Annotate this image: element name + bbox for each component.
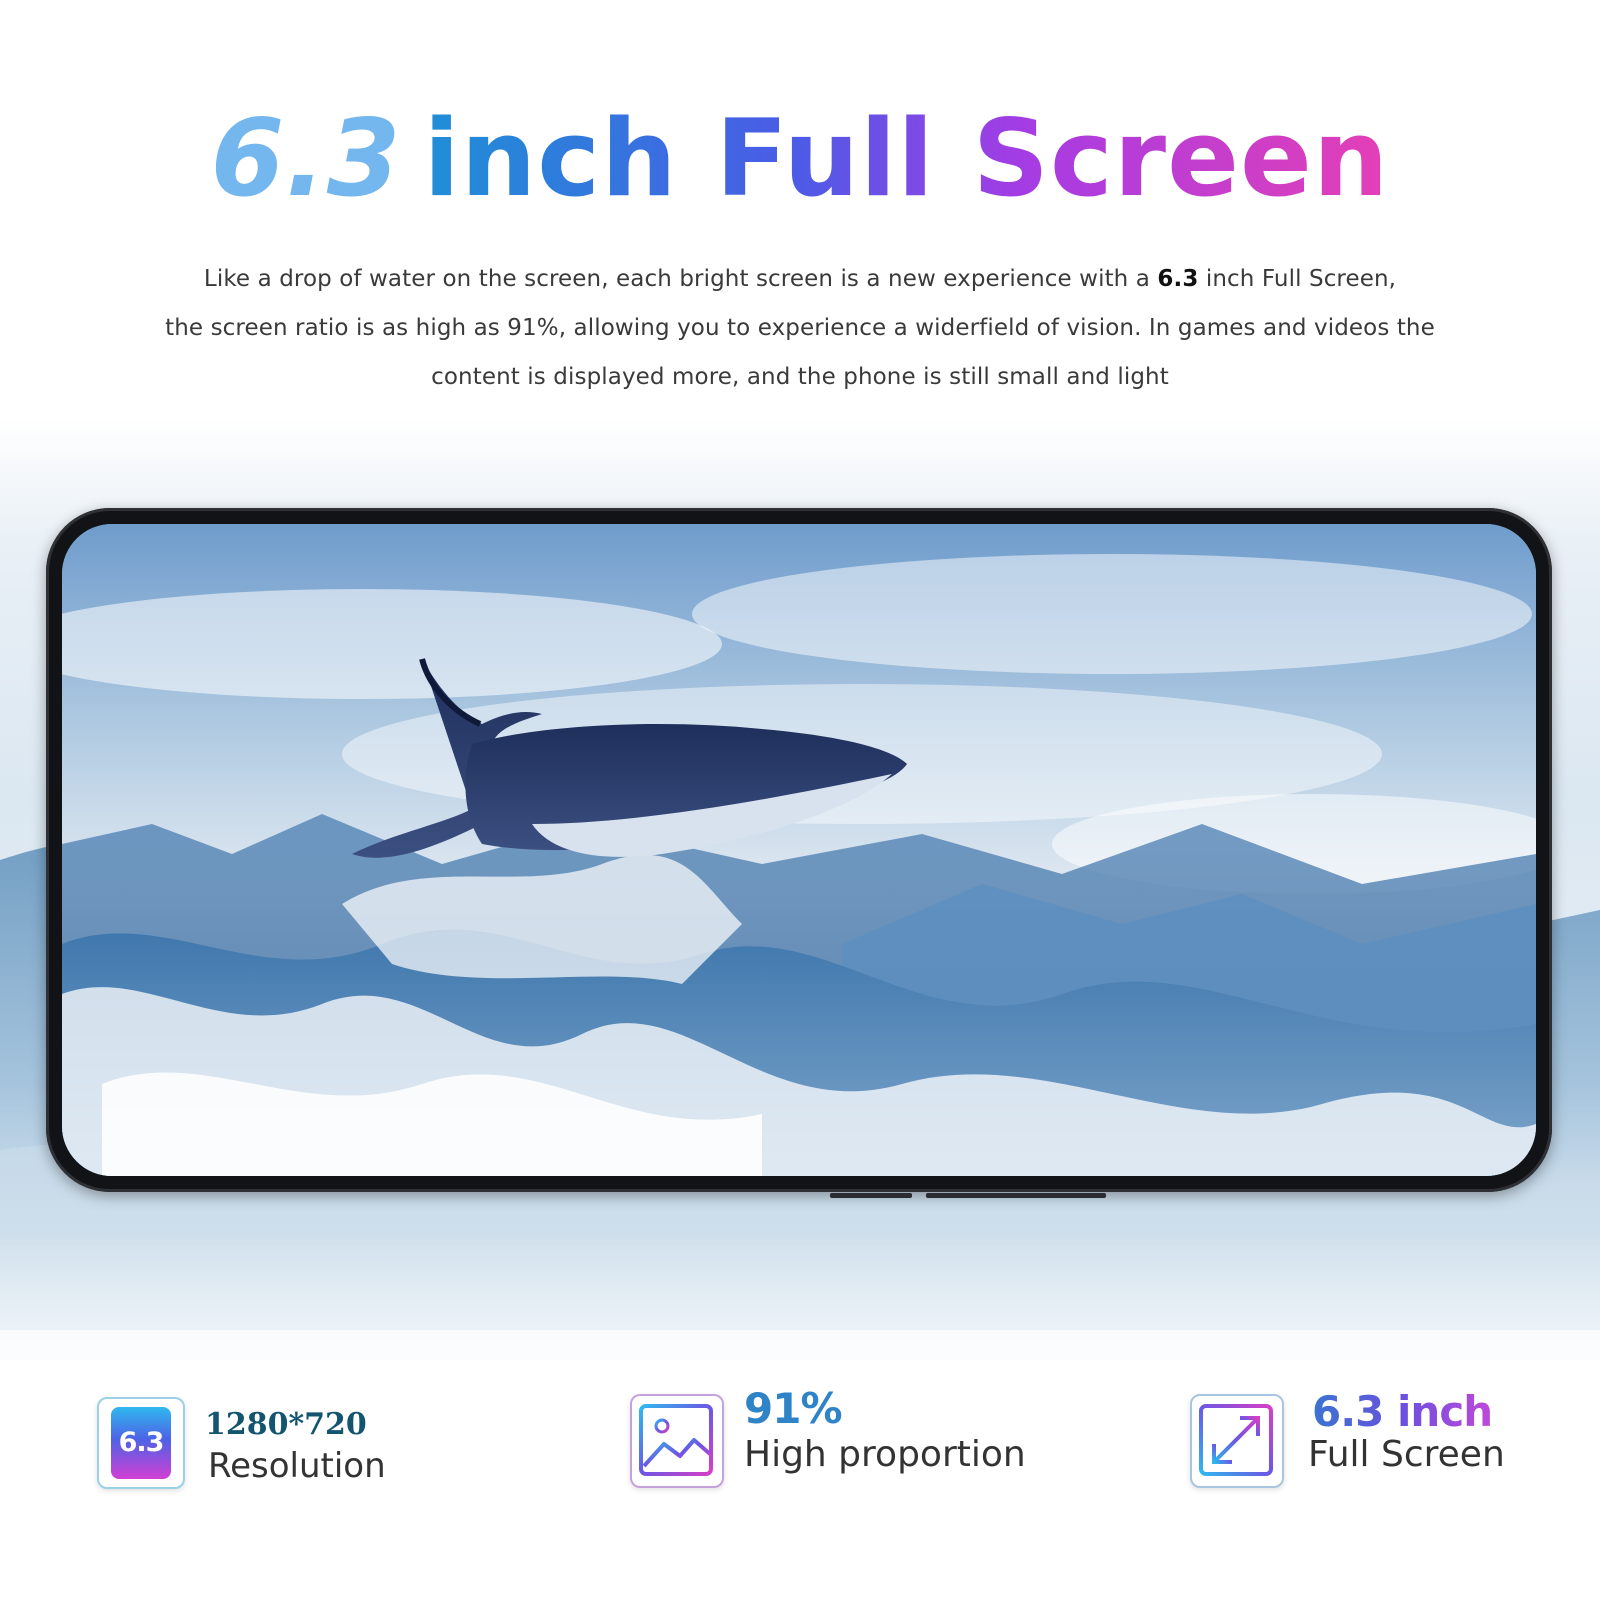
screen-size-value: 6.3 inch xyxy=(1312,1387,1493,1436)
whale-ocean-wallpaper xyxy=(62,524,1536,1176)
phone-screen xyxy=(62,524,1536,1176)
image-icon xyxy=(630,1394,724,1488)
proportion-label: High proportion xyxy=(744,1434,1026,1475)
phone-screen-icon-label: 6.3 xyxy=(111,1407,171,1479)
phone-frame xyxy=(46,508,1552,1192)
expand-arrows-icon xyxy=(1190,1394,1284,1488)
phone-side-button xyxy=(830,1193,912,1198)
headline-title: inch Full Screen xyxy=(423,97,1390,220)
description-line-1: Like a drop of water on the screen, each… xyxy=(203,266,1397,292)
headline: 6.3 inch Full Screen xyxy=(0,98,1600,220)
proportion-value: 91% xyxy=(744,1384,843,1433)
description-line-2: the screen ratio is as high as 91%, allo… xyxy=(165,315,1435,341)
description-size-highlight: 6.3 xyxy=(1157,266,1199,292)
phone-screen-icon: 6.3 xyxy=(97,1397,185,1489)
resolution-label: Resolution xyxy=(208,1446,386,1486)
resolution-value: 1280*720 xyxy=(205,1407,367,1442)
headline-size-number: 6.3 xyxy=(210,97,402,220)
phone-side-button xyxy=(926,1193,1106,1198)
description-line-3: content is displayed more, and the phone… xyxy=(431,364,1169,390)
description-paragraph: Like a drop of water on the screen, each… xyxy=(100,255,1500,402)
screen-size-label: Full Screen xyxy=(1308,1434,1505,1475)
